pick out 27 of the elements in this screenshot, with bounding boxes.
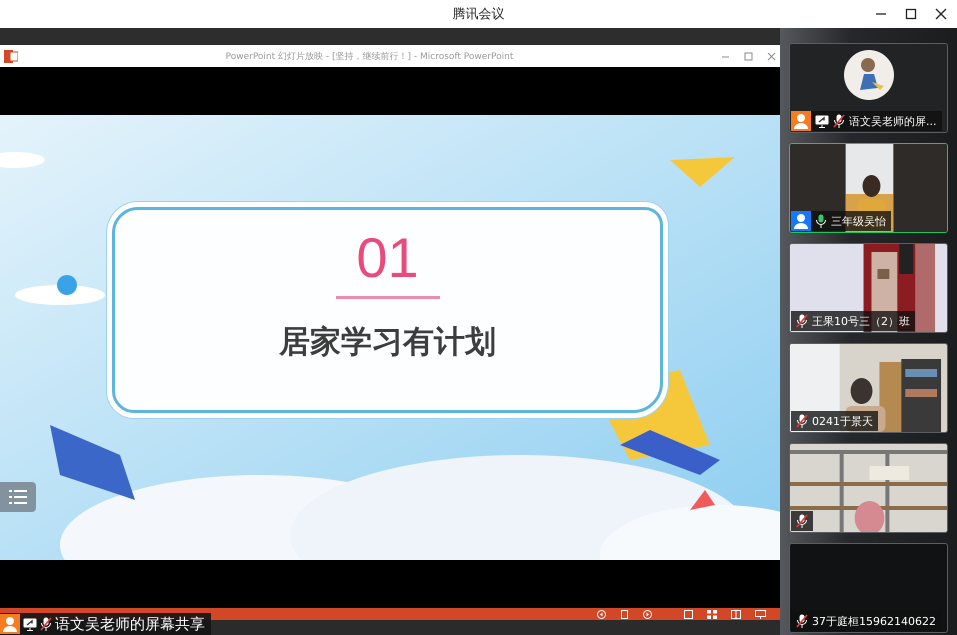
avatar: [844, 50, 894, 100]
participant-tile[interactable]: 37于庭桓15962140622: [789, 543, 948, 633]
participant-name: 三年级吴怡: [831, 214, 886, 228]
reading-view-icon[interactable]: [731, 610, 741, 618]
sharer-name: 语文吴老师的屏幕共享: [55, 614, 205, 634]
participant-tile[interactable]: 王果10号三（2）班: [789, 243, 948, 333]
participant-tile[interactable]: 三年级吴怡: [789, 143, 948, 233]
maximize-icon[interactable]: [905, 8, 917, 20]
participant-name: 王果10号三（2）班: [812, 314, 910, 328]
participant-name: 0241于景天: [812, 414, 873, 428]
participant-tile[interactable]: 语文吴老师的屏...: [789, 43, 948, 133]
participant-tile[interactable]: 0241于景天: [789, 343, 948, 433]
presentation-title: PowerPoint 幻灯片放映 - [坚持，继续前行！] - Microsoft PowerPoint: [224, 50, 514, 62]
menu-icon: [9, 490, 27, 504]
menu-button[interactable]: [0, 482, 36, 512]
next-icon[interactable]: [643, 610, 652, 618]
slide-number: 01: [356, 228, 419, 288]
grid-view-icon[interactable]: [707, 610, 717, 618]
previous-icon[interactable]: [597, 610, 606, 618]
participant-name: 37于庭桓15962140622: [812, 614, 936, 628]
slide-title: 居家学习有计划: [279, 323, 496, 362]
window-title: 腾讯会议: [452, 6, 504, 23]
normal-view-icon[interactable]: [684, 610, 693, 618]
close-icon[interactable]: [935, 8, 947, 20]
notes-icon[interactable]: [620, 610, 629, 618]
participant-name: 语文吴老师的屏...: [849, 114, 936, 128]
slideshow-icon[interactable]: [755, 610, 766, 618]
